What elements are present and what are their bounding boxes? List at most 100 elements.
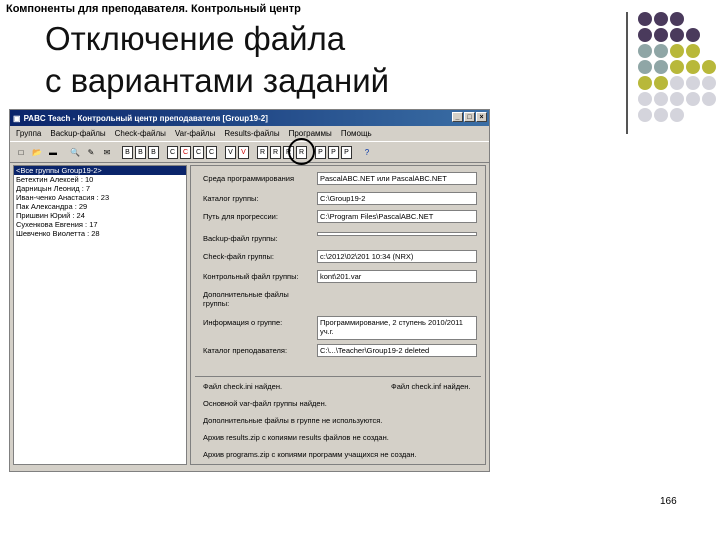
highlight-circle-disable-var-button	[288, 138, 315, 165]
decorative-dot	[654, 44, 668, 58]
decorative-dot	[670, 76, 684, 90]
list-item[interactable]: Дарницын Леонид : 7	[14, 184, 186, 193]
maximize-button[interactable]: □	[464, 112, 475, 122]
field-value: PascalABC.NET или PascalABC.NET	[317, 172, 477, 185]
menu-help[interactable]: Помощь	[341, 129, 372, 138]
decorative-dot	[638, 28, 652, 42]
toolbar: □ 📂 ▬ 🔍 ✎ ✉ B B B C C C C V V R R R R P P P?	[10, 142, 489, 163]
decorative-dot	[670, 28, 684, 42]
decorative-divider	[626, 12, 628, 134]
list-item[interactable]: Шевченко Виолетта : 28	[14, 229, 186, 238]
toolbar-separator	[116, 145, 120, 159]
decorative-dot	[686, 44, 700, 58]
list-item[interactable]: Иван-ченко Анастасия : 23	[14, 193, 186, 202]
menu-programs[interactable]: Программы	[289, 129, 332, 138]
menu-check-files[interactable]: Check-файлы	[115, 129, 166, 138]
list-item[interactable]: Пришвин Юрий : 24	[14, 211, 186, 220]
panel-divider	[195, 376, 481, 377]
teacher-control-center-window: ▣ PABC Teach - Контрольный центр препода…	[9, 109, 490, 472]
preview-icon[interactable]: 🔍	[68, 145, 82, 159]
decorative-dot	[638, 12, 652, 26]
edit-icon[interactable]: ✎	[84, 145, 98, 159]
decorative-dot	[686, 60, 700, 74]
close-button[interactable]: ×	[476, 112, 487, 122]
decorative-dot	[670, 44, 684, 58]
doc-v-delete-icon[interactable]: V	[238, 145, 249, 159]
decorative-dot	[670, 108, 684, 122]
doc-p-icon[interactable]: P	[341, 145, 352, 159]
list-item[interactable]: <Все группы Group19-2>	[14, 166, 186, 175]
field-label: Среда программирования	[203, 174, 295, 183]
decorative-dot	[654, 108, 668, 122]
app-icon: ▣	[13, 113, 21, 123]
list-item[interactable]: Сухенкова Евгения : 17	[14, 220, 186, 229]
doc-v-icon[interactable]: V	[225, 145, 236, 159]
toolbar-separator	[161, 145, 165, 159]
doc-c-icon[interactable]: C	[206, 145, 217, 159]
doc-c-delete-icon[interactable]: C	[180, 145, 191, 159]
save-icon[interactable]: ▬	[46, 145, 60, 159]
help-icon[interactable]: ?	[360, 145, 374, 159]
menu-backup-files[interactable]: Backup-файлы	[50, 129, 105, 138]
doc-b-icon[interactable]: B	[148, 145, 159, 159]
slide-header: Компоненты для преподавателя. Контрольны…	[6, 3, 301, 15]
doc-p-icon[interactable]: P	[328, 145, 339, 159]
field-label: Информация о группе:	[203, 318, 283, 327]
doc-r-icon[interactable]: R	[270, 145, 281, 159]
window-title: PABC Teach - Контрольный центр преподава…	[23, 113, 268, 123]
field-label: Каталог группы:	[203, 194, 259, 203]
list-item[interactable]: Пак Александра : 29	[14, 202, 186, 211]
mail-icon[interactable]: ✉	[100, 145, 114, 159]
field-label: Check-файл группы:	[203, 252, 274, 261]
decorative-dot	[670, 92, 684, 106]
menu-group[interactable]: Группа	[16, 129, 41, 138]
student-list[interactable]: <Все группы Group19-2> Бетехтин Алексей :…	[13, 165, 187, 465]
decorative-dot	[702, 60, 716, 74]
new-icon[interactable]: □	[14, 145, 28, 159]
menu-results-files[interactable]: Results-файлы	[224, 129, 279, 138]
decorative-dot	[638, 108, 652, 122]
status-line: Основной var-файл группы найден.	[203, 399, 327, 408]
minimize-button[interactable]: _	[452, 112, 463, 122]
group-info-panel: Среда программирования PascalABC.NET или …	[190, 165, 486, 465]
window-titlebar[interactable]: ▣ PABC Teach - Контрольный центр препода…	[10, 110, 489, 126]
decorative-dot	[638, 92, 652, 106]
decorative-dot	[638, 76, 652, 90]
decorative-dot	[638, 44, 652, 58]
decorative-dot	[670, 60, 684, 74]
open-icon[interactable]: 📂	[30, 145, 44, 159]
field-value: kont\201.var	[317, 270, 477, 283]
decorative-dot	[686, 92, 700, 106]
slide-title-line-2: с вариантами заданий	[45, 62, 390, 99]
status-line: Дополнительные файлы в группе не использ…	[203, 416, 383, 425]
toolbar-separator	[219, 145, 223, 159]
decorative-dot	[686, 28, 700, 42]
status-line-right: Файл check.inf найден.	[391, 382, 471, 391]
menu-bar: Группа Backup-файлы Check-файлы Var-файл…	[10, 126, 489, 142]
decorative-dot	[702, 76, 716, 90]
field-value: C:\Program Files\PascalABC.NET	[317, 210, 477, 223]
toolbar-separator	[354, 145, 358, 159]
doc-c-icon[interactable]: C	[167, 145, 178, 159]
page-number: 166	[660, 496, 677, 507]
slide-title: Отключение файла с вариантами заданий	[45, 18, 389, 102]
field-value	[317, 232, 477, 236]
slide-title-line-1: Отключение файла	[45, 20, 346, 57]
field-value: C:\Group19-2	[317, 192, 477, 205]
decorative-dot	[654, 60, 668, 74]
doc-b-icon[interactable]: B	[122, 145, 133, 159]
status-line: Архив results.zip с копиями results файл…	[203, 433, 389, 442]
decorative-dot	[702, 92, 716, 106]
decorative-dot	[654, 28, 668, 42]
status-line: Архив programs.zip с копиями программ уч…	[203, 450, 417, 459]
list-item[interactable]: Бетехтин Алексей : 10	[14, 175, 186, 184]
field-value: C:\...\Teacher\Group19-2 deleted	[317, 344, 477, 357]
doc-c-icon[interactable]: C	[193, 145, 204, 159]
field-label: Backup-файл группы:	[203, 234, 278, 243]
decorative-dot	[638, 60, 652, 74]
menu-var-files[interactable]: Var-файлы	[175, 129, 215, 138]
doc-p-icon[interactable]: P	[315, 145, 326, 159]
doc-r-icon[interactable]: R	[257, 145, 268, 159]
field-value: Программирование, 2 ступень 2010/2011 уч…	[317, 316, 477, 340]
doc-b-icon[interactable]: B	[135, 145, 146, 159]
